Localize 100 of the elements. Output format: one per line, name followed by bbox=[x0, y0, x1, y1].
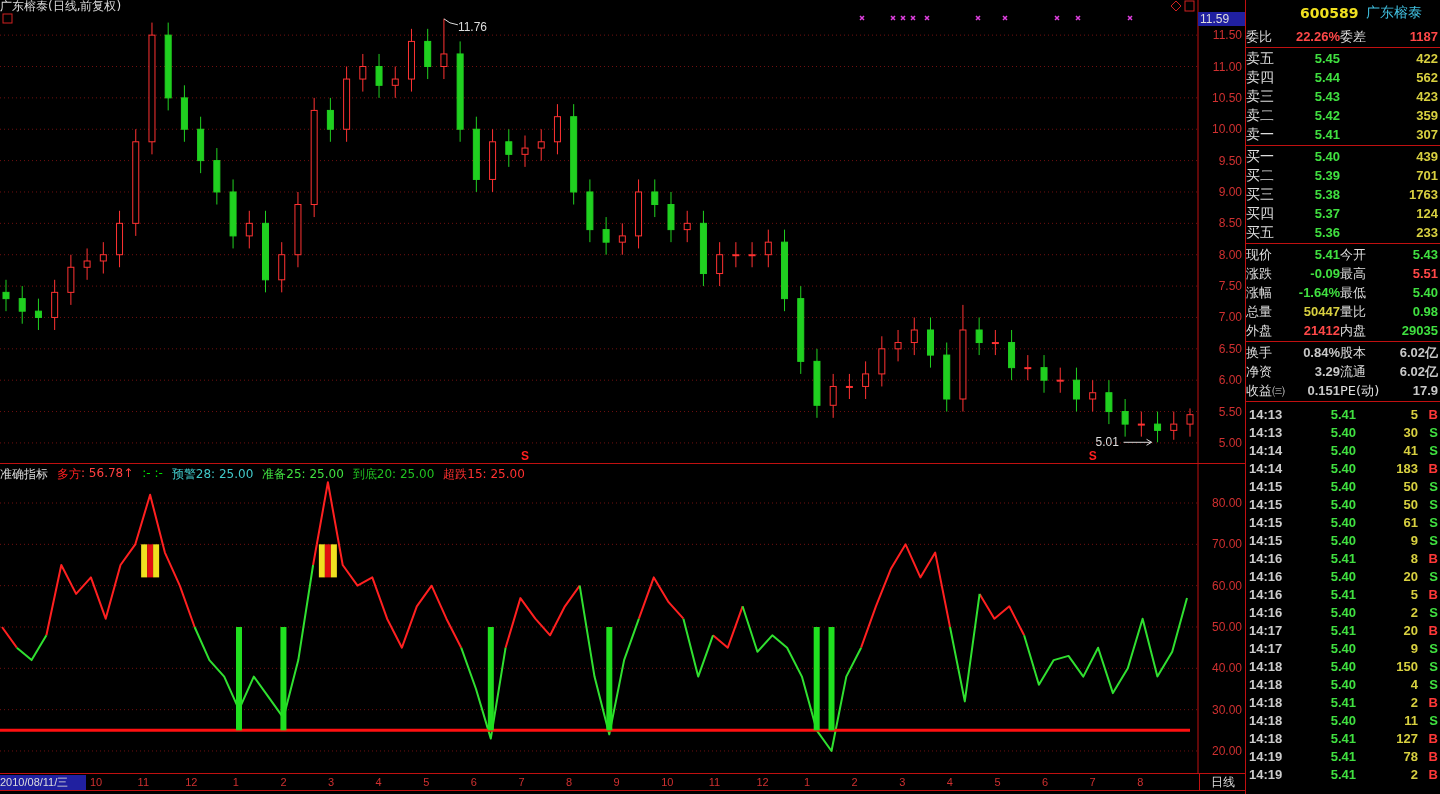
order-level-label: 卖二 bbox=[1246, 106, 1275, 125]
legend-item: 预警28: 25.00 bbox=[171, 466, 254, 483]
candlestick bbox=[18, 285, 26, 325]
order-volume: 233 bbox=[1415, 224, 1438, 242]
field-value: 5.40 bbox=[1411, 284, 1438, 302]
axis-label: 9.50 bbox=[1218, 153, 1242, 168]
legend-item: 到底20: 25.00 bbox=[352, 466, 435, 483]
trade-side: B bbox=[1427, 694, 1438, 712]
trade-time: 14:17 bbox=[1248, 622, 1284, 640]
candlestick bbox=[943, 342, 951, 413]
field-value: 1187 bbox=[1408, 28, 1438, 46]
candlestick bbox=[1121, 398, 1129, 438]
diamond-icon[interactable] bbox=[1170, 0, 1182, 12]
field-value: 5.41 bbox=[1313, 246, 1340, 264]
field-value: 0.84% bbox=[1302, 344, 1340, 362]
trade-price: 5.40 bbox=[1329, 568, 1356, 586]
axis-label: 7.50 bbox=[1218, 279, 1242, 294]
trade-side: B bbox=[1427, 766, 1438, 784]
legend-item: :- :- bbox=[142, 466, 163, 482]
month-label: 8 bbox=[1137, 776, 1144, 788]
candlestick bbox=[845, 373, 853, 400]
trade-side: B bbox=[1427, 586, 1438, 604]
field-label: PE(动) bbox=[1340, 382, 1381, 400]
axis-label: 9.00 bbox=[1218, 185, 1242, 199]
trade-time: 14:15 bbox=[1248, 514, 1284, 532]
month-label: 11 bbox=[708, 776, 721, 788]
candlestick bbox=[1105, 379, 1113, 425]
annotation: 5.01 bbox=[1095, 435, 1120, 450]
info-marker-icon bbox=[900, 15, 906, 21]
order-volume: 124 bbox=[1415, 205, 1438, 223]
field-value: -0.09 bbox=[1309, 265, 1340, 283]
trade-price: 5.40 bbox=[1329, 424, 1356, 442]
field-value: 5.51 bbox=[1411, 265, 1438, 283]
trade-side: B bbox=[1427, 748, 1438, 766]
month-label: 9 bbox=[613, 776, 620, 788]
candlestick bbox=[1186, 407, 1194, 438]
trade-price: 5.41 bbox=[1329, 586, 1356, 604]
trade-side: S bbox=[1428, 676, 1438, 694]
field-value: 6.02亿 bbox=[1398, 344, 1438, 362]
candlestick bbox=[635, 178, 643, 249]
trade-time: 14:13 bbox=[1248, 424, 1284, 442]
trade-side: S bbox=[1428, 604, 1438, 622]
candlestick bbox=[667, 191, 675, 243]
candlestick bbox=[1008, 329, 1016, 381]
info-marker-icon bbox=[890, 15, 896, 21]
field-label: 流通 bbox=[1340, 363, 1367, 381]
candlestick bbox=[748, 241, 756, 268]
trade-price: 5.40 bbox=[1329, 604, 1356, 622]
field-label: 股本 bbox=[1340, 344, 1367, 362]
trade-side: S bbox=[1428, 712, 1438, 730]
candlestick bbox=[537, 128, 545, 162]
toggle-icon[interactable] bbox=[2, 13, 13, 24]
trade-price: 5.41 bbox=[1329, 406, 1356, 424]
annotation: 11.76 bbox=[457, 19, 488, 34]
candlestick bbox=[180, 84, 188, 143]
order-price: 5.45 bbox=[1313, 50, 1340, 68]
axis-label: 40.00 bbox=[1211, 661, 1242, 676]
field-value: 50447 bbox=[1302, 303, 1340, 321]
field-label: 换手 bbox=[1246, 344, 1273, 362]
trade-volume: 4 bbox=[1409, 676, 1418, 694]
info-marker-icon bbox=[1054, 15, 1060, 21]
trade-price: 5.40 bbox=[1329, 496, 1356, 514]
trade-price: 5.41 bbox=[1329, 550, 1356, 568]
month-label: 2 bbox=[851, 776, 858, 788]
month-label: 1 bbox=[804, 776, 811, 788]
trade-price: 5.40 bbox=[1329, 478, 1356, 496]
candlestick bbox=[326, 97, 334, 143]
info-marker-icon bbox=[910, 15, 916, 21]
info-marker-icon bbox=[975, 15, 981, 21]
stock-name: 广东榕泰 bbox=[1366, 4, 1423, 22]
axis-label: 20.00 bbox=[1211, 743, 1242, 758]
candlestick bbox=[618, 222, 626, 256]
axis-label: 11.00 bbox=[1212, 59, 1242, 74]
trade-volume: 30 bbox=[1402, 424, 1418, 442]
order-level-label: 卖三 bbox=[1246, 87, 1275, 106]
month-label: 12 bbox=[756, 776, 769, 788]
candlestick bbox=[716, 241, 724, 287]
axis-label: 5.00 bbox=[1218, 435, 1242, 450]
candlestick bbox=[375, 53, 383, 99]
candlestick bbox=[732, 241, 740, 268]
field-label: 外盘 bbox=[1246, 322, 1273, 340]
trade-side: B bbox=[1427, 550, 1438, 568]
field-label: 涨幅 bbox=[1246, 284, 1273, 302]
candlestick bbox=[51, 279, 59, 331]
month-label: 12 bbox=[185, 776, 198, 788]
trade-volume: 5 bbox=[1409, 586, 1418, 604]
axis-label: 80.00 bbox=[1211, 496, 1242, 510]
window-icon[interactable] bbox=[1184, 0, 1195, 12]
trade-time: 14:15 bbox=[1248, 496, 1284, 514]
candlestick bbox=[197, 116, 205, 174]
date-label: 2010/08/11/三 bbox=[0, 774, 86, 790]
month-label: 5 bbox=[994, 776, 1001, 788]
month-label: 10 bbox=[661, 776, 674, 788]
trade-time: 14:18 bbox=[1248, 730, 1284, 748]
field-value: 0.98 bbox=[1411, 303, 1438, 321]
candlestick bbox=[67, 254, 75, 306]
order-volume: 307 bbox=[1415, 126, 1438, 144]
field-label: 总量 bbox=[1246, 303, 1273, 321]
period-label[interactable]: 日线 bbox=[1199, 773, 1245, 791]
legend-item: 准备25: 25.00 bbox=[262, 466, 344, 483]
